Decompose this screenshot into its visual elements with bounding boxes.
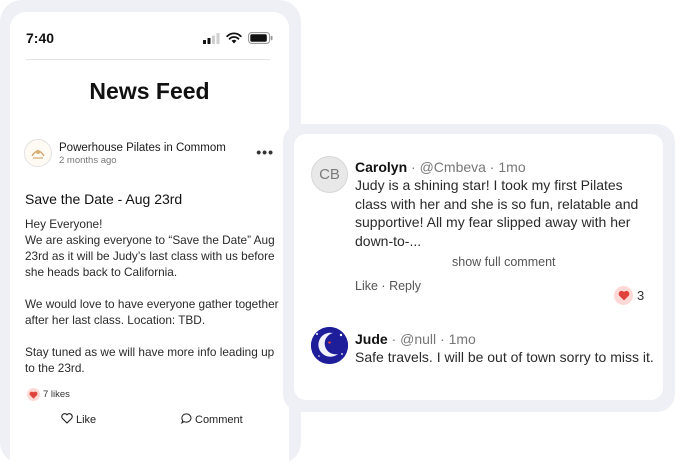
signal-icon [203,31,220,49]
org-logo-icon [31,150,45,159]
wifi-icon [226,31,242,49]
comments-panel: CB Carolyn · @Cmbeva · 1mo Judy is a shi… [294,134,663,400]
comment-button[interactable]: Comment [181,413,243,427]
likes-count: 7 likes [43,389,70,400]
comment-reaction[interactable]: 3 [614,286,644,305]
status-time: 7:40 [26,30,55,46]
commenter-name[interactable]: Jude [355,331,388,347]
like-label: Like [76,414,97,426]
post-header: Powerhouse Pilates in Commom 2 months ag… [24,139,274,171]
moon-avatar-icon [311,327,348,364]
post-actions: Like Comment [10,413,289,433]
post-body: Hey Everyone! We are asking everyone to … [25,216,287,392]
comment-like-button[interactable]: Like [355,279,378,293]
like-button[interactable]: Like [61,413,96,427]
avatar-initials: CB [319,166,340,183]
post-paragraph: Stay tuned as we will have more info lea… [25,345,275,375]
post-title: Save the Date - Aug 23rd [25,191,183,207]
commenter-handle: @Cmbeva [419,159,486,175]
status-bar: 7:40 [10,12,289,62]
comment-text: Safe travels. I will be out of town sorr… [355,349,654,365]
post-paragraph: We would love to have everyone gather to… [25,297,279,327]
heart-icon [27,388,40,401]
org-avatar[interactable] [24,139,52,167]
page-title: News Feed [89,78,210,104]
post-author[interactable]: Powerhouse Pilates in Commom [59,142,226,154]
like-outline-icon [61,413,73,427]
commenter-handle: @null [400,331,437,347]
comment-header: Carolyn · @Cmbeva · 1mo [355,159,526,175]
avatar[interactable] [311,327,348,364]
status-icons [203,31,273,49]
show-full-comment-link[interactable]: show full comment [452,255,556,269]
comment-time: 1mo [448,331,476,347]
status-divider [26,59,270,60]
post-timestamp: 2 months ago [59,155,117,166]
reaction-count: 3 [637,288,645,303]
commenter-name[interactable]: Carolyn [355,159,407,175]
more-options-icon[interactable]: ••• [256,145,274,159]
comment-reply-button[interactable]: Reply [389,279,421,293]
avatar[interactable]: CB [311,156,348,193]
comment-header: Jude · @null · 1mo [355,331,476,347]
news-feed-screen: 7:40 News Feed Powerhouse Pilates in Com… [10,12,289,464]
comment-bubble-icon [181,413,192,427]
battery-icon [248,31,273,49]
comment-actions: Like · Reply [355,279,422,293]
comment-label: Comment [195,414,243,426]
comment-text: Judy is a shining star! I took my first … [355,177,639,249]
likes-summary[interactable]: 7 likes [27,388,70,401]
post-paragraph: Hey Everyone! We are asking everyone to … [25,217,275,279]
heart-icon [614,286,633,305]
comment-time: 1mo [498,159,526,175]
